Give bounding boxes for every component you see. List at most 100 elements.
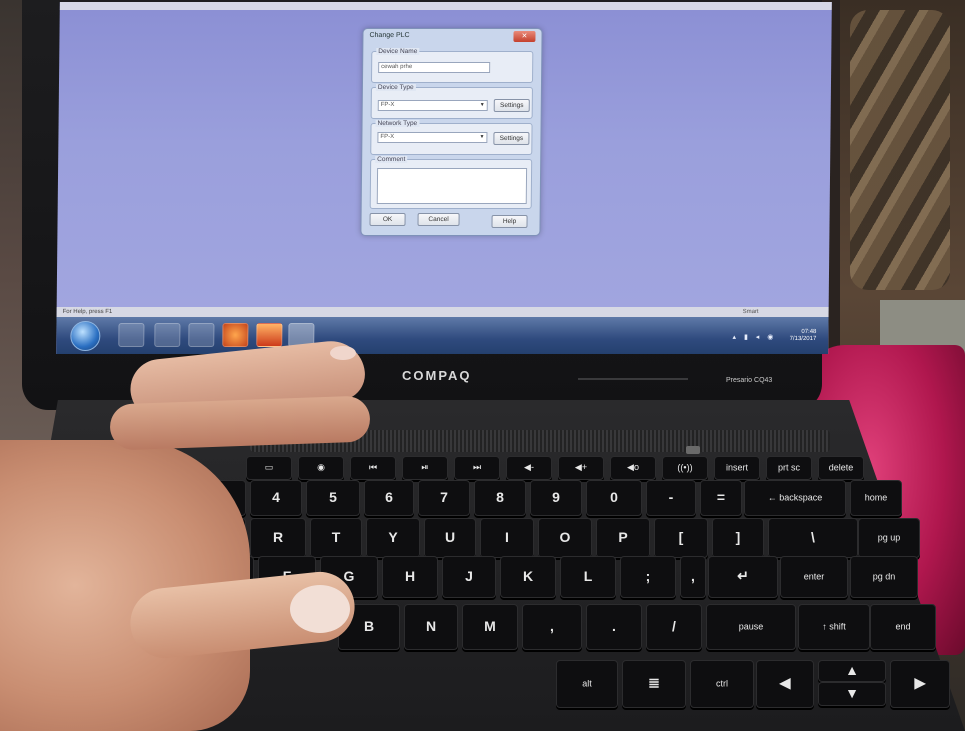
key-label: ≣ (648, 674, 660, 691)
cancel-button[interactable]: Cancel (417, 213, 460, 226)
key-label: pause (738, 621, 764, 632)
key-label: 0 (610, 489, 618, 506)
ok-button[interactable]: OK (369, 213, 406, 226)
key-enter-arrow[interactable]: ↵ (708, 556, 778, 598)
key-f8[interactable]: ◀o (610, 456, 656, 480)
key-label: alt (582, 678, 592, 689)
key-backslash[interactable]: \ (768, 518, 858, 558)
network-type-settings-button[interactable]: Settings (493, 132, 530, 145)
key-f3[interactable]: ⏮ (350, 456, 396, 480)
network-icon[interactable] (154, 323, 181, 347)
device-name-input[interactable]: cewah prhe (378, 62, 491, 73)
key-f5[interactable]: ⏭ (454, 456, 500, 480)
fingernail (330, 346, 356, 360)
key-minus[interactable]: - (646, 480, 696, 516)
key-pause[interactable]: pause (706, 604, 796, 650)
key-i[interactable]: I (480, 518, 534, 558)
key-m[interactable]: M (462, 604, 518, 650)
device-type-settings-button[interactable]: Settings (493, 99, 530, 112)
key-t[interactable]: T (310, 518, 362, 558)
key-end[interactable]: end (870, 604, 936, 650)
key-7[interactable]: 7 (418, 480, 470, 516)
key-o[interactable]: O (538, 518, 592, 558)
key-label: ◀o (627, 461, 639, 472)
key-label: pg dn (872, 571, 896, 582)
key-up[interactable]: ▲ (818, 660, 886, 682)
key-label: prt sc (777, 462, 800, 473)
key-label: R (272, 529, 284, 546)
key-semicolon[interactable]: ; (620, 556, 676, 598)
key-shift[interactable]: ↑ shift (798, 604, 870, 650)
window-icon[interactable] (188, 323, 215, 347)
key-backspace[interactable]: ← backspace (744, 480, 846, 516)
model-label: Presario CQ43 (726, 377, 773, 384)
key-right[interactable]: ▶ (890, 660, 950, 708)
firefox-icon[interactable] (222, 323, 249, 347)
key-label: H (404, 568, 416, 585)
key-enter[interactable]: enter (780, 556, 848, 598)
network-type-group: Network Type FP-X ▼ Settings (370, 120, 533, 155)
key-menu[interactable]: ≣ (622, 660, 686, 708)
key-f9[interactable]: ((•)) (662, 456, 708, 480)
key-f6[interactable]: ◀- (506, 456, 552, 480)
key-left[interactable]: ◀ (756, 660, 814, 708)
key-slash[interactable]: / (646, 604, 702, 650)
key-pgdn[interactable]: pg dn (850, 556, 918, 598)
key-label: ◀ (779, 674, 791, 691)
key-9[interactable]: 9 (530, 480, 582, 516)
key-r[interactable]: R (250, 518, 306, 558)
key-rbracket[interactable]: ] (712, 518, 764, 558)
device-type-select[interactable]: FP-X ▼ (377, 100, 488, 111)
comment-group: Comment (369, 156, 533, 209)
key-label: M (484, 618, 496, 635)
key-label: ▼ (845, 685, 859, 702)
key-f2[interactable]: ◉ (298, 456, 344, 480)
help-button[interactable]: Help (491, 215, 528, 228)
key-delete[interactable]: delete (818, 456, 864, 480)
key-n[interactable]: N (404, 604, 458, 650)
key-u[interactable]: U (424, 518, 476, 558)
thumbnail (290, 585, 350, 633)
tray-icons[interactable]: ▴ ▮ ◂ ◉ (732, 333, 776, 341)
key-p[interactable]: P (596, 518, 650, 558)
key-period[interactable]: . (586, 604, 642, 650)
key-ctrl[interactable]: ctrl (690, 660, 754, 708)
key-5[interactable]: 5 (306, 480, 360, 516)
start-orb-icon[interactable] (70, 321, 101, 351)
key-j[interactable]: J (442, 556, 496, 598)
key-label: ⏭ (472, 461, 482, 472)
key-equals[interactable]: = (700, 480, 742, 516)
comment-textarea[interactable] (376, 168, 528, 204)
network-type-value: FP-X (380, 134, 395, 140)
key-lbracket[interactable]: [ (654, 518, 708, 558)
key-label: 7 (440, 489, 448, 506)
key-comma[interactable]: , (522, 604, 582, 650)
key-l[interactable]: L (560, 556, 616, 598)
key-h[interactable]: H (382, 556, 438, 598)
key-k[interactable]: K (500, 556, 556, 598)
key-home[interactable]: home (850, 480, 902, 516)
key-prtsc[interactable]: prt sc (766, 456, 812, 480)
warning-icon[interactable] (256, 323, 283, 347)
key-label: ◉ (317, 461, 325, 472)
explorer-icon[interactable] (118, 323, 145, 347)
key-label: ctrl (716, 678, 728, 689)
key-label: = (716, 489, 726, 506)
key-insert[interactable]: insert (714, 456, 760, 480)
key-pgup[interactable]: pg up (858, 518, 920, 558)
key-alt[interactable]: alt (556, 660, 618, 708)
key-6[interactable]: 6 (364, 480, 414, 516)
key-0[interactable]: 0 (586, 480, 642, 516)
close-icon[interactable]: ✕ (513, 31, 536, 42)
key-4[interactable]: 4 (250, 480, 302, 516)
key-f1[interactable]: ▭ (246, 456, 292, 480)
network-type-select[interactable]: FP-X ▼ (377, 132, 488, 143)
key-8[interactable]: 8 (474, 480, 526, 516)
system-clock[interactable]: 07:48 7/13/2017 (790, 329, 817, 343)
status-bar: For Help, press F1 Smart (56, 307, 829, 317)
key-f4[interactable]: ⏯ (402, 456, 448, 480)
key-f7[interactable]: ◀+ (558, 456, 604, 480)
key-quote[interactable]: , (680, 556, 706, 598)
key-down[interactable]: ▼ (818, 682, 886, 706)
key-y[interactable]: Y (366, 518, 420, 558)
